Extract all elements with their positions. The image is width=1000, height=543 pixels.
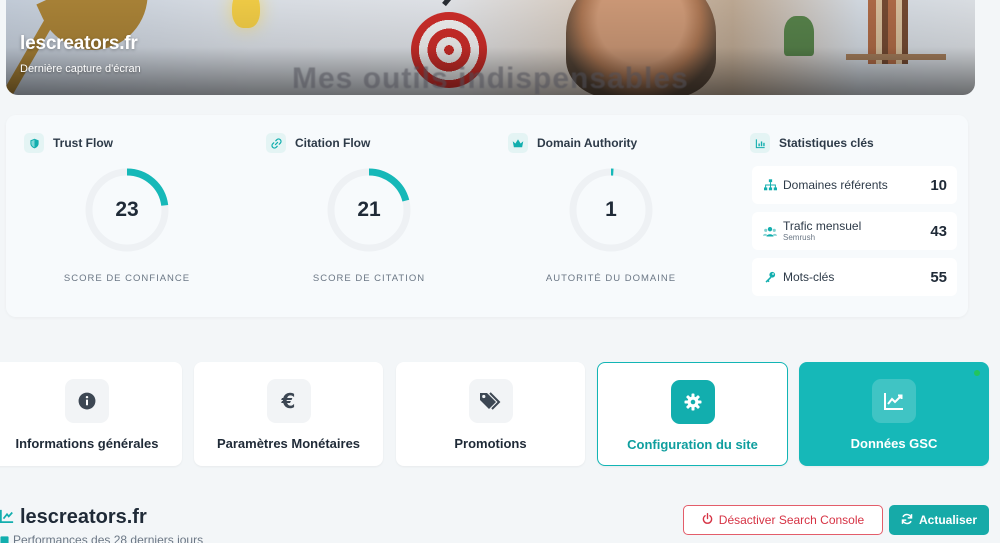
hero-site-name: lescreators.fr bbox=[20, 33, 138, 54]
key-stat-value: 55 bbox=[930, 268, 947, 286]
citation-flow-gauge: 21 bbox=[324, 165, 414, 255]
gear-icon bbox=[670, 380, 715, 424]
metric-caption: AUTORITÉ DU DOMAINE bbox=[545, 273, 677, 284]
key-stat-keywords: Mots-clés 55 bbox=[752, 258, 957, 296]
nav-card-gsc-data[interactable]: Données GSC bbox=[799, 362, 989, 466]
metric-domain-authority: Domain Authority 1 AUTORITÉ DU DOMAINE bbox=[490, 133, 720, 313]
nav-card-label: Promotions bbox=[454, 436, 527, 451]
key-stat-referring-domains: Domaines référents 10 bbox=[752, 166, 957, 204]
metric-title: Citation Flow bbox=[295, 136, 371, 150]
shield-icon bbox=[24, 133, 44, 153]
metric-title: Trust Flow bbox=[53, 136, 113, 150]
deactivate-search-console-button[interactable]: Désactiver Search Console bbox=[683, 505, 883, 535]
tags-icon bbox=[468, 379, 513, 423]
metric-caption: SCORE DE CONFIANCE bbox=[63, 273, 191, 284]
nav-card-general-info[interactable]: Informations générales bbox=[0, 362, 182, 466]
refresh-button[interactable]: Actualiser bbox=[889, 505, 989, 535]
metric-trust-flow: Trust Flow 23 SCORE DE CONFIANCE bbox=[6, 133, 236, 313]
key-stat-label: Mots-clés bbox=[783, 269, 835, 284]
metric-value: 1 bbox=[605, 198, 617, 221]
key-icon bbox=[762, 271, 778, 283]
chart-line-icon bbox=[872, 379, 916, 423]
deactivate-label: Désactiver Search Console bbox=[718, 513, 865, 527]
key-stat-label: Trafic mensuel bbox=[783, 219, 862, 233]
status-dot bbox=[974, 370, 980, 376]
nav-card-label: Configuration du site bbox=[627, 437, 758, 452]
key-stat-value: 43 bbox=[930, 222, 947, 240]
sitemap-icon bbox=[762, 179, 778, 191]
link-icon bbox=[266, 133, 286, 153]
nav-card-promotions[interactable]: Promotions bbox=[396, 362, 585, 466]
nav-card-label: Informations générales bbox=[15, 436, 159, 451]
trend-icon bbox=[0, 508, 14, 527]
power-icon bbox=[702, 513, 713, 527]
hero-subtitle: Dernière capture d'écran bbox=[20, 63, 141, 75]
key-stat-monthly-traffic: Trafic mensuel Semrush 43 bbox=[752, 212, 957, 250]
calendar-icon bbox=[0, 533, 9, 543]
section-subtitle: Performances des 28 derniers jours bbox=[0, 533, 203, 543]
nav-card-site-configuration[interactable]: Configuration du site bbox=[597, 362, 788, 466]
nav-card-label: Données GSC bbox=[850, 436, 938, 451]
section-title-text: lescreators.fr bbox=[20, 506, 147, 528]
section-title: lescreators.fr bbox=[0, 506, 147, 529]
nav-card-monetary-settings[interactable]: € Paramètres Monétaires bbox=[194, 362, 383, 466]
key-stat-label: Domaines référents bbox=[783, 177, 888, 192]
metric-value: 23 bbox=[115, 198, 139, 221]
refresh-icon bbox=[901, 513, 913, 528]
nav-card-label: Paramètres Monétaires bbox=[216, 436, 361, 451]
domain-authority-gauge: 1 bbox=[566, 165, 656, 255]
key-stats-title: Statistiques clés bbox=[779, 136, 874, 150]
metric-title: Domain Authority bbox=[537, 136, 638, 150]
metric-value: 21 bbox=[357, 198, 381, 221]
key-stat-value: 10 bbox=[930, 176, 947, 194]
stats-panel: Trust Flow 23 SCORE DE CONFIANCE Citatio… bbox=[6, 115, 968, 317]
hero-banner: Mes outils indispensables lescreators.fr… bbox=[6, 0, 975, 95]
metric-citation-flow: Citation Flow 21 SCORE DE CITATION bbox=[248, 133, 478, 313]
trust-flow-gauge: 23 bbox=[82, 165, 172, 255]
chart-icon bbox=[750, 133, 770, 153]
users-icon bbox=[762, 226, 778, 237]
section-subtitle-text: Performances des 28 derniers jours bbox=[13, 533, 204, 543]
euro-icon: € bbox=[266, 379, 311, 423]
refresh-label: Actualiser bbox=[918, 513, 978, 527]
key-stat-source: Semrush bbox=[783, 233, 816, 242]
hero-banner-text: Mes outils indispensables bbox=[292, 62, 689, 95]
euro-glyph: € bbox=[281, 389, 296, 413]
key-stats-panel: Statistiques clés Domaines référents 10 … bbox=[748, 133, 963, 296]
info-icon bbox=[65, 379, 109, 423]
crown-icon bbox=[508, 133, 528, 153]
metric-caption: SCORE DE CITATION bbox=[312, 273, 426, 284]
